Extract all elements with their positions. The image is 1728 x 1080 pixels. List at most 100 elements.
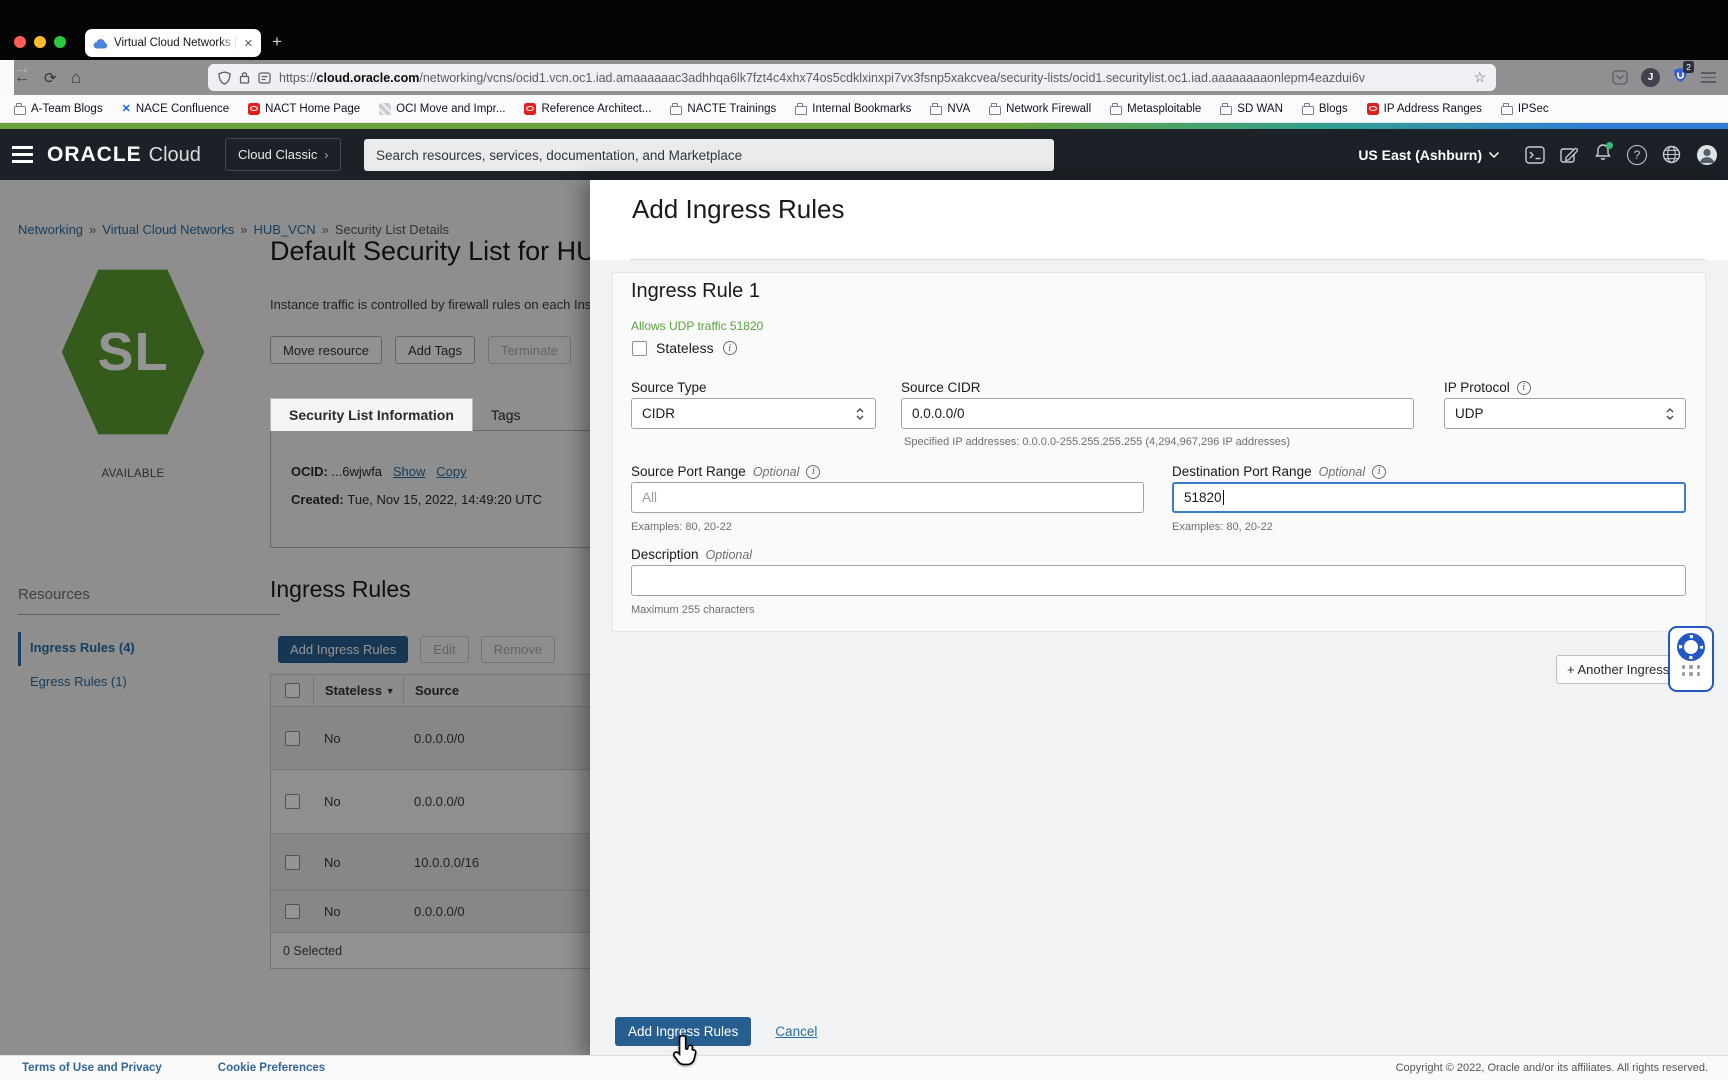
oracle-icon xyxy=(1367,103,1379,115)
cloud-favicon xyxy=(93,38,108,49)
bookmark-item[interactable]: IP Address Ranges xyxy=(1367,103,1482,115)
bookmark-item[interactable]: Internal Bookmarks xyxy=(795,103,911,115)
global-search-input[interactable]: Search resources, services, documentatio… xyxy=(364,139,1054,171)
bookmark-item[interactable]: NACTE Trainings xyxy=(670,103,776,115)
source-cidr-input[interactable]: 0.0.0.0/0 xyxy=(901,398,1414,429)
life-buoy-icon[interactable] xyxy=(1676,632,1706,662)
browser-tab-bar: Virtual Cloud Networks | Oracle ✕ + xyxy=(0,0,1728,60)
bookmark-item[interactable]: NACT Home Page xyxy=(248,103,360,115)
folder-icon xyxy=(795,106,807,115)
language-globe-icon[interactable] xyxy=(1662,145,1681,164)
extension-shield[interactable]: 2 xyxy=(1673,67,1688,88)
source-port-input[interactable]: All xyxy=(631,482,1144,513)
stateless-label: Stateless xyxy=(656,340,714,356)
nav-menu-icon[interactable] xyxy=(12,146,33,163)
tab-title: Virtual Cloud Networks | Oracle xyxy=(114,37,238,49)
copyright-text: Copyright © 2022, Oracle and/or its affi… xyxy=(1396,1062,1708,1074)
help-widget[interactable] xyxy=(1668,626,1714,692)
terms-link[interactable]: Terms of Use and Privacy xyxy=(22,1062,162,1074)
bookmark-item[interactable]: NVA xyxy=(930,103,970,115)
minimize-window-button[interactable] xyxy=(34,36,46,48)
bookmark-item[interactable]: ✕NACE Confluence xyxy=(122,102,230,115)
oracle-icon xyxy=(248,103,260,115)
notifications-bell[interactable] xyxy=(1594,143,1612,166)
folder-icon xyxy=(14,106,26,115)
bookmark-item[interactable]: OCI Move and Impr... xyxy=(379,103,505,115)
tab-security-list-information[interactable]: Security List Information xyxy=(270,398,473,431)
source-type-label: Source Type xyxy=(631,380,707,395)
toolbar-right: J 2 xyxy=(1612,60,1728,95)
bookmark-item[interactable]: IPSec xyxy=(1501,103,1549,115)
compose-icon[interactable] xyxy=(1560,146,1579,164)
select-stepper-icon xyxy=(1665,407,1675,421)
source-port-hint: Examples: 80, 20-22 xyxy=(631,521,732,533)
menu-icon[interactable] xyxy=(1701,72,1716,83)
chevron-right-icon: › xyxy=(324,148,328,162)
bookmark-item[interactable]: A-Team Blogs xyxy=(14,103,103,115)
bookmark-item[interactable]: Reference Architect... xyxy=(524,103,651,115)
bookmark-item[interactable]: Blogs xyxy=(1302,103,1348,115)
destination-port-label: Destination Port RangeOptionali xyxy=(1172,464,1386,479)
bookmark-item[interactable]: SD WAN xyxy=(1220,103,1283,115)
cancel-link[interactable]: Cancel xyxy=(775,1024,817,1039)
cloud-classic-button[interactable]: Cloud Classic › xyxy=(225,138,341,171)
panel-actions: Add Ingress Rules Cancel xyxy=(590,1008,1728,1055)
folder-icon xyxy=(989,106,1001,115)
browser-toolbar: ← → ⟳ ⌂ https://cloud.oracle.com/network… xyxy=(0,60,1728,95)
tab-close-icon[interactable]: ✕ xyxy=(244,37,253,50)
info-icon[interactable]: i xyxy=(806,465,820,479)
bookmark-star-icon[interactable]: ☆ xyxy=(1473,69,1486,86)
notification-dot xyxy=(1606,142,1613,149)
source-port-label: Source Port RangeOptionali xyxy=(631,464,820,479)
chevron-down-icon xyxy=(1488,151,1500,159)
lock-icon[interactable] xyxy=(239,71,250,84)
user-avatar[interactable] xyxy=(1696,144,1718,166)
description-label: DescriptionOptional xyxy=(631,547,752,562)
tracking-shield-icon[interactable] xyxy=(218,71,231,85)
region-selector[interactable]: US East (Ashburn) xyxy=(1358,147,1500,163)
info-icon[interactable]: i xyxy=(1517,381,1531,395)
destination-port-hint: Examples: 80, 20-22 xyxy=(1172,521,1273,533)
oci-header: ORACLE Cloud Cloud Classic › Search reso… xyxy=(0,129,1728,180)
url-text[interactable]: https://cloud.oracle.com/networking/vcns… xyxy=(279,71,1465,85)
profile-avatar[interactable]: J xyxy=(1641,68,1660,87)
content-area: Networking » Virtual Cloud Networks » HU… xyxy=(0,180,1728,1055)
bookmark-item[interactable]: Network Firewall xyxy=(989,103,1091,115)
ip-protocol-label: IP Protocoli xyxy=(1444,380,1531,395)
cookie-preferences-link[interactable]: Cookie Preferences xyxy=(218,1062,325,1074)
info-icon[interactable]: i xyxy=(1372,465,1386,479)
drag-handle-icon[interactable] xyxy=(1682,665,1701,676)
mouse-cursor xyxy=(672,1034,698,1072)
pocket-icon[interactable] xyxy=(1612,70,1628,85)
url-bar[interactable]: https://cloud.oracle.com/networking/vcns… xyxy=(208,64,1496,91)
cloud-shell-icon[interactable] xyxy=(1525,146,1545,164)
bookmark-item[interactable]: Metasploitable xyxy=(1110,103,1201,115)
folder-icon xyxy=(1302,106,1314,115)
description-hint: Maximum 255 characters xyxy=(631,604,755,616)
stateless-checkbox[interactable] xyxy=(632,341,647,356)
description-input[interactable] xyxy=(631,565,1686,596)
confluence-icon: ✕ xyxy=(122,102,131,115)
destination-port-input[interactable]: 51820 xyxy=(1172,482,1686,513)
info-icon[interactable]: i xyxy=(723,341,737,355)
folder-icon xyxy=(930,106,942,115)
bookmarks-bar: A-Team Blogs ✕NACE Confluence NACT Home … xyxy=(0,95,1728,123)
rule-title: Ingress Rule 1 xyxy=(631,280,760,303)
permissions-icon[interactable] xyxy=(258,72,271,84)
ip-protocol-select[interactable]: UDP xyxy=(1444,398,1686,429)
zoom-window-button[interactable] xyxy=(54,36,66,48)
generic-site-icon xyxy=(379,103,391,115)
help-icon[interactable]: ? xyxy=(1627,145,1647,165)
oracle-cloud-logo[interactable]: ORACLE Cloud xyxy=(47,143,201,167)
folder-icon xyxy=(1110,106,1122,115)
source-type-select[interactable]: CIDR xyxy=(631,398,876,429)
source-cidr-hint: Specified IP addresses: 0.0.0.0-255.255.… xyxy=(904,436,1290,448)
folder-icon xyxy=(1501,106,1513,115)
window-controls[interactable] xyxy=(14,36,66,48)
oracle-icon xyxy=(524,103,536,115)
stateless-row: Stateless i xyxy=(632,340,737,356)
new-tab-button[interactable]: + xyxy=(272,32,282,52)
page-footer: Terms of Use and Privacy Cookie Preferen… xyxy=(0,1055,1728,1080)
browser-tab[interactable]: Virtual Cloud Networks | Oracle ✕ xyxy=(85,29,261,57)
close-window-button[interactable] xyxy=(14,36,26,48)
